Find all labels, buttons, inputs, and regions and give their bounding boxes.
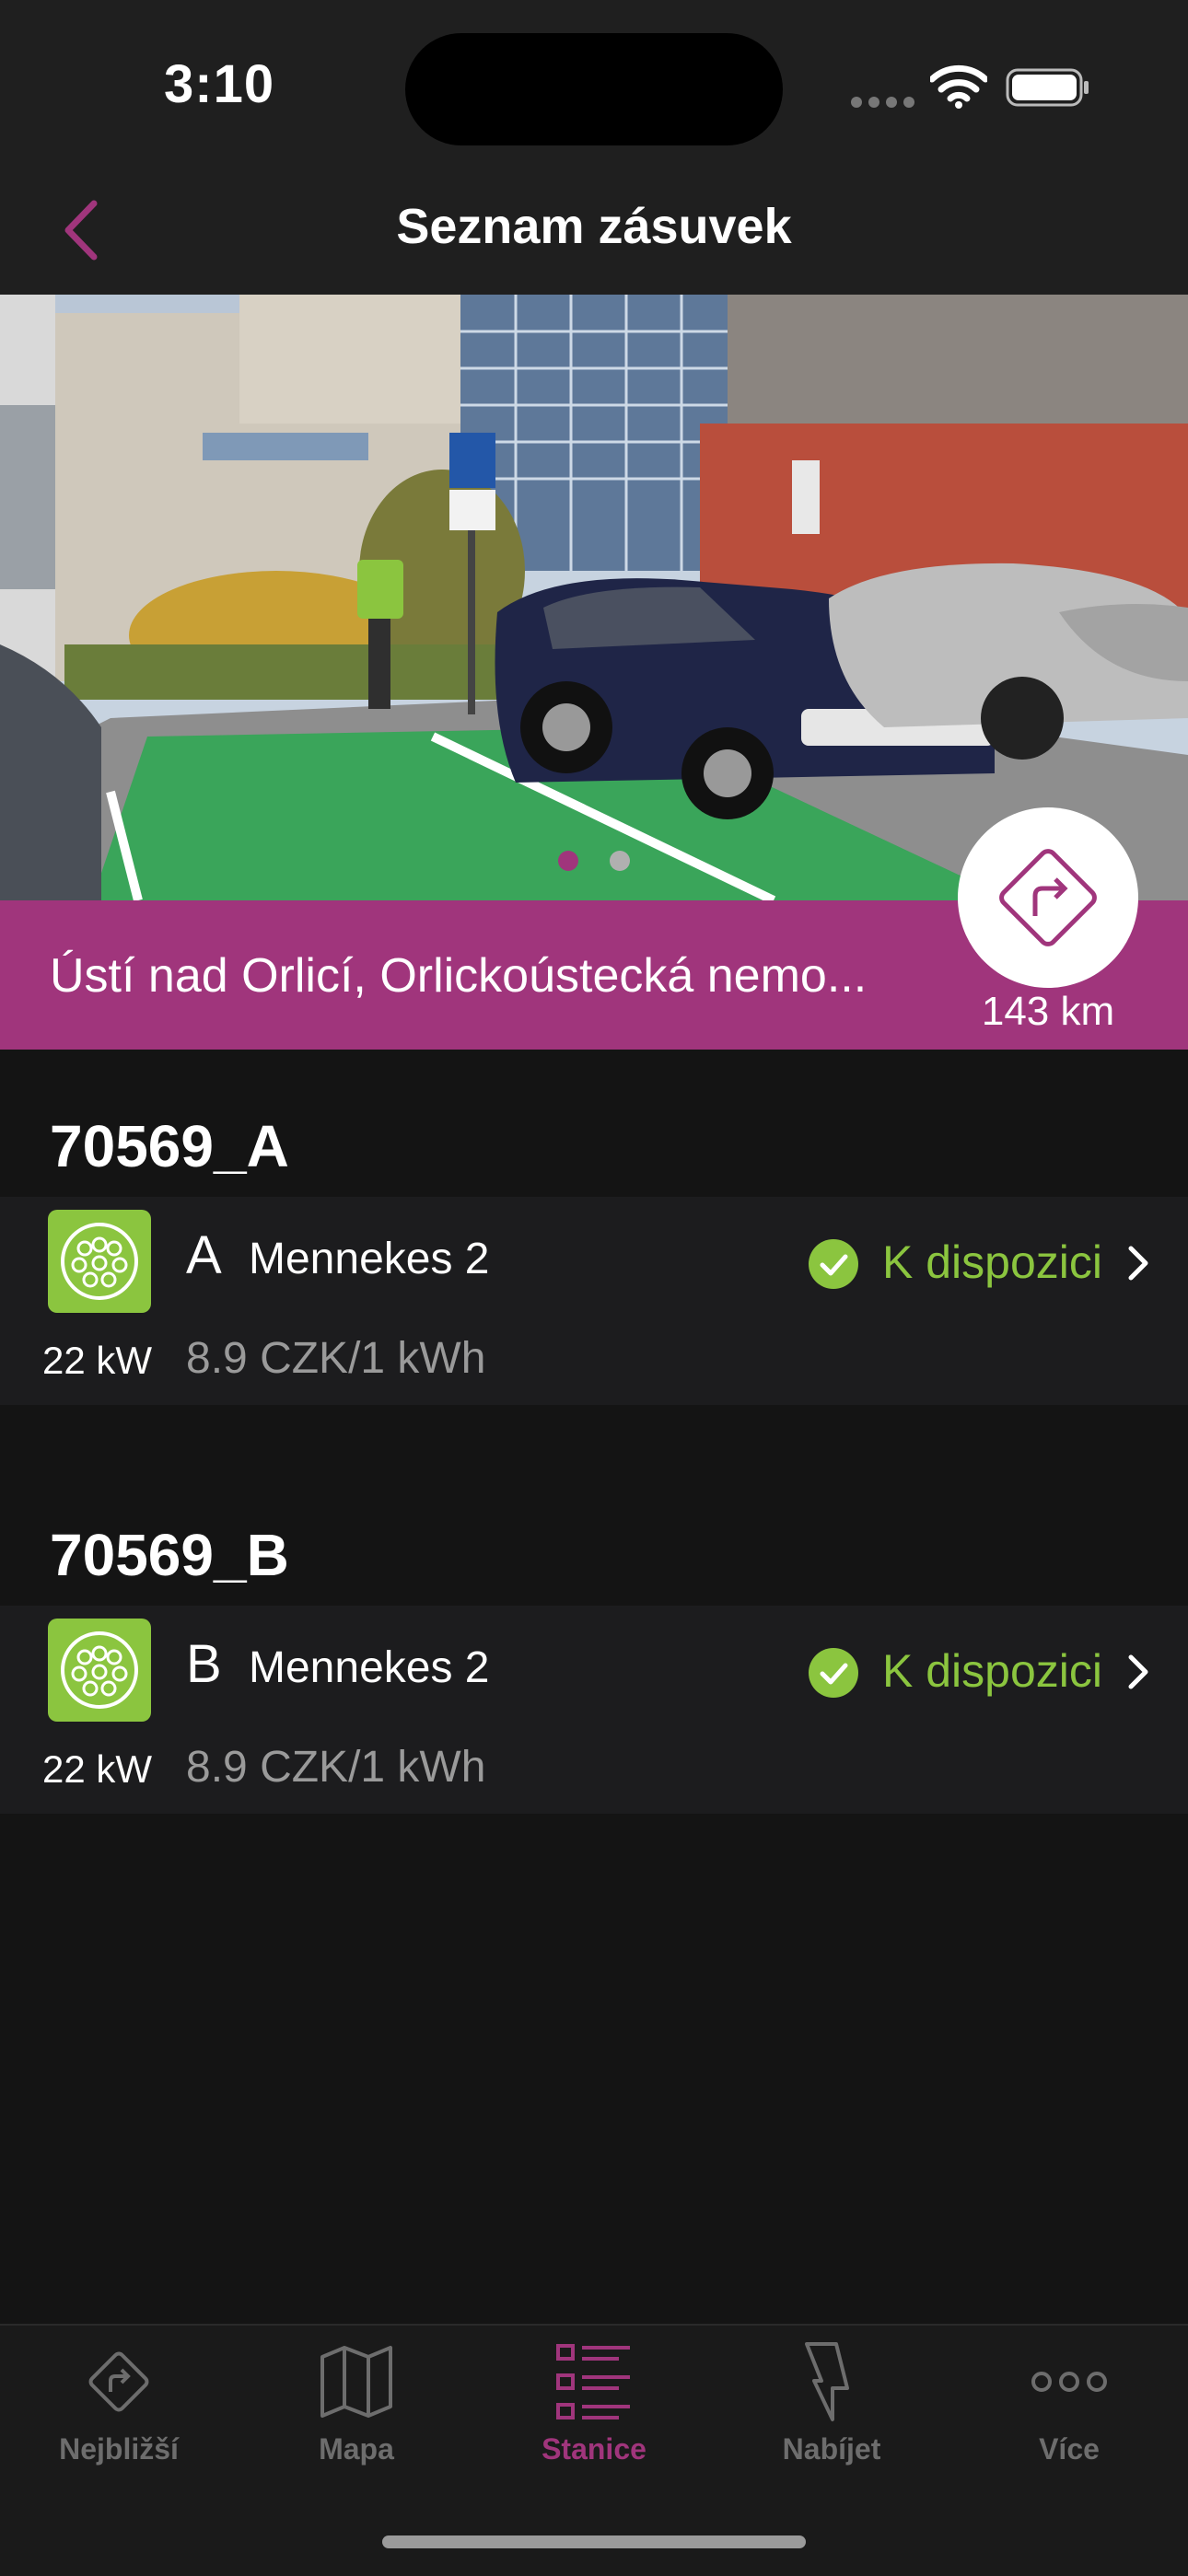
connector-price: 8.9 CZK/1 kWh [186,1743,486,1792]
chevron-right-icon [1128,1654,1148,1689]
carousel-dot[interactable] [610,851,630,871]
wifi-icon [930,64,987,109]
tab-nejblizsi[interactable]: Nejbližší [0,2340,238,2466]
connector-price: 8.9 CZK/1 kWh [186,1334,486,1383]
carousel-dot-active[interactable] [558,851,578,871]
connector-row-b[interactable]: B Mennekes 2 K dispozici 22 kW 8.9 CZK/1… [0,1606,1188,1814]
page-title: Seznam zásuvek [396,199,792,254]
connector-power: 22 kW [42,1339,153,1382]
battery-icon [1006,68,1089,107]
list-icon [556,2344,630,2419]
cellular-signal-icon [851,96,921,112]
home-indicator[interactable] [382,2535,806,2548]
tab-label: Nejbližší [59,2432,179,2466]
checkmark-icon [809,1239,858,1289]
navigate-button[interactable] [958,807,1138,988]
connector-type: Mennekes 2 [249,1235,490,1283]
tab-stanice[interactable]: Stanice [475,2340,713,2466]
navigation-diamond-icon [88,2351,149,2412]
map-icon [320,2346,392,2418]
station-name: Ústí nad Orlicí, Orlickoústecká nemo... [50,949,868,1003]
plug-type2-icon [48,1210,151,1313]
tab-nabijet[interactable]: Nabíjet [713,2340,950,2466]
connector-letter: A [186,1225,222,1285]
status-time: 3:10 [164,54,275,114]
tab-label: Stanice [542,2432,646,2466]
dynamic-island [405,33,783,145]
group-title: 70569_B [50,1522,289,1588]
availability-status: K dispozici [882,1645,1102,1697]
checkmark-icon [809,1648,858,1698]
tab-mapa[interactable]: Mapa [238,2340,475,2466]
chevron-right-icon [1128,1246,1148,1281]
more-dots-icon [1031,2372,1107,2392]
tab-label: Mapa [319,2432,394,2466]
tab-vice[interactable]: Více [950,2340,1188,2466]
distance-label: 143 km [981,989,1115,1034]
plug-type2-icon [48,1619,151,1722]
group-title: 70569_A [50,1113,289,1179]
connector-letter: B [186,1634,222,1694]
navigation-diamond-icon [999,849,1097,946]
connector-power: 22 kW [42,1747,153,1791]
tab-label: Více [1039,2432,1100,2466]
lightning-icon [805,2342,849,2421]
connector-row-a[interactable]: A Mennekes 2 K dispozici 22 kW 8.9 CZK/1… [0,1197,1188,1405]
connector-type: Mennekes 2 [249,1643,490,1692]
tab-label: Nabíjet [782,2432,881,2466]
availability-status: K dispozici [882,1236,1102,1288]
